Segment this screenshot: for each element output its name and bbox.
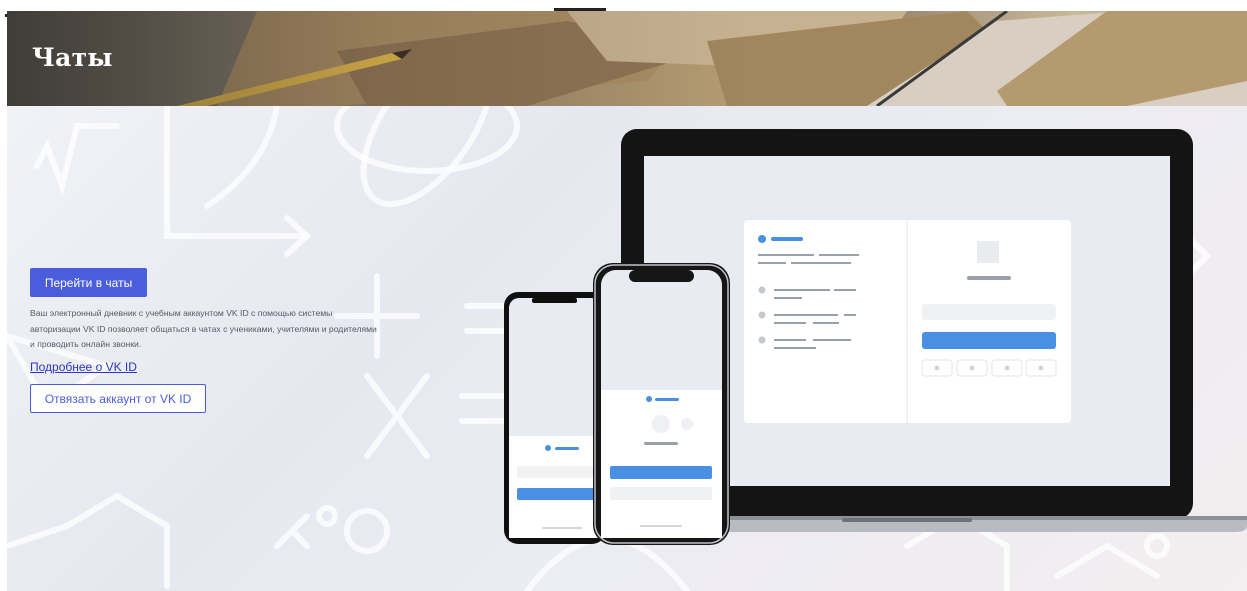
header-banner: Чаты <box>7 11 1247 106</box>
back-phone-illustration <box>504 292 606 544</box>
page-title: Чаты <box>32 43 113 72</box>
hero-section: Перейти в чаты Ваш электронный дневник с… <box>7 106 1247 591</box>
devices-illustration <box>504 129 1247 545</box>
front-phone-illustration <box>593 263 730 545</box>
banner-shade <box>7 11 1247 106</box>
